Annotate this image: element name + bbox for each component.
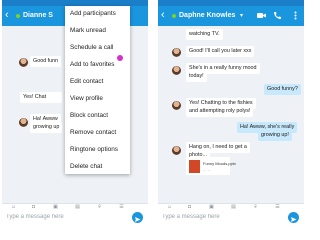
emoji-icon[interactable]: ☺ [11, 205, 16, 210]
send-button[interactable] [288, 212, 299, 223]
menu-item-delete-chat[interactable]: Delete chat [70, 163, 102, 171]
menu-item-schedule-call[interactable]: Schedule a call [70, 44, 113, 52]
back-arrow-icon[interactable]: ‹ [161, 9, 165, 21]
right-phone-screen: ‹ Daphne Knowles ▾ watching TV. Good! I'… [158, 0, 304, 224]
file-icon[interactable]: ▤ [231, 205, 236, 210]
location-icon[interactable]: ⌾ [97, 205, 102, 210]
chevron-down-icon[interactable]: ▾ [240, 12, 243, 19]
message-bubble: today! [186, 71, 207, 82]
message-bubble: growing up! [258, 130, 292, 141]
contact-name[interactable]: Dianne S [23, 11, 53, 21]
contact-name[interactable]: Daphne Knowles [179, 11, 235, 21]
menu-item-edit-contact[interactable]: Edit contact [70, 78, 103, 86]
attachment-meta: ... ... [203, 167, 211, 172]
back-arrow-icon[interactable]: ‹ [5, 9, 9, 21]
contacts-icon[interactable]: ☰ [275, 205, 280, 210]
avatar [19, 58, 28, 67]
menu-item-remove-contact[interactable]: Remove contact [70, 129, 116, 137]
menu-item-block-contact[interactable]: Block contact [70, 112, 108, 120]
contacts-icon[interactable]: ☰ [119, 205, 124, 210]
location-icon[interactable]: ⌾ [253, 205, 258, 210]
attachment-name: Funny Moods.pptx [203, 161, 236, 166]
image-icon[interactable]: ▣ [209, 205, 214, 210]
send-icon [291, 217, 297, 222]
menu-item-add-participants[interactable]: Add participants [70, 10, 116, 18]
message-bubble: and attempting roly polys! [186, 106, 254, 117]
message-composer: ☺ ◘ ▣ ▤ ⌾ ☰ [158, 203, 304, 224]
message-bubble: Good! I'll call you later xxx [186, 46, 255, 57]
presence-indicator [172, 14, 176, 18]
video-call-icon[interactable] [256, 10, 267, 21]
image-icon[interactable]: ▣ [53, 205, 58, 210]
message-input[interactable] [162, 212, 282, 222]
chat-options-menu: Add participants Mark unread Schedule a … [65, 6, 130, 174]
message-composer: ☺ ◘ ▣ ▤ ⌾ ☰ [2, 203, 148, 224]
composer-toolbar: ☺ ◘ ▣ ▤ ⌾ ☰ [161, 205, 301, 211]
composer-toolbar: ☺ ◘ ▣ ▤ ⌾ ☰ [5, 205, 145, 211]
avatar [172, 48, 181, 57]
conversation: watching TV. Good! I'll call you later x… [158, 26, 304, 203]
file-icon[interactable]: ▤ [75, 205, 80, 210]
message-bubble: Good funn [30, 56, 62, 67]
file-attachment[interactable]: Funny Moods.pptx ... ... [186, 157, 236, 175]
avatar [172, 66, 181, 75]
camera-icon[interactable]: ◘ [31, 205, 36, 210]
phone-call-icon[interactable] [272, 10, 283, 21]
menu-item-mark-unread[interactable]: Mark unread [70, 27, 106, 35]
more-options-icon[interactable] [290, 10, 301, 21]
message-bubble: Yes! Chat [20, 92, 62, 103]
message-bubble: Good funny? [264, 84, 301, 95]
menu-item-ringtone-options[interactable]: Ringtone options [70, 146, 118, 154]
menu-item-add-to-favorites[interactable]: Add to favorites [70, 61, 114, 69]
avatar [172, 101, 181, 110]
presence-indicator [16, 14, 20, 18]
left-phone-screen: ‹ Dianne S Good funn Yes! Chat Ha! Awww … [2, 0, 148, 224]
avatar [172, 146, 181, 155]
touch-indicator [117, 55, 123, 61]
avatar [19, 118, 28, 127]
chat-header: ‹ Daphne Knowles ▾ [158, 6, 304, 26]
message-bubble: growing up [30, 122, 63, 133]
menu-item-view-profile[interactable]: View profile [70, 95, 103, 103]
message-bubble: watching TV. [186, 29, 223, 40]
send-button[interactable] [132, 212, 143, 223]
send-icon [135, 217, 141, 222]
powerpoint-icon [189, 160, 200, 173]
message-input[interactable] [6, 212, 126, 222]
camera-icon[interactable]: ◘ [187, 205, 192, 210]
emoji-icon[interactable]: ☺ [167, 205, 172, 210]
